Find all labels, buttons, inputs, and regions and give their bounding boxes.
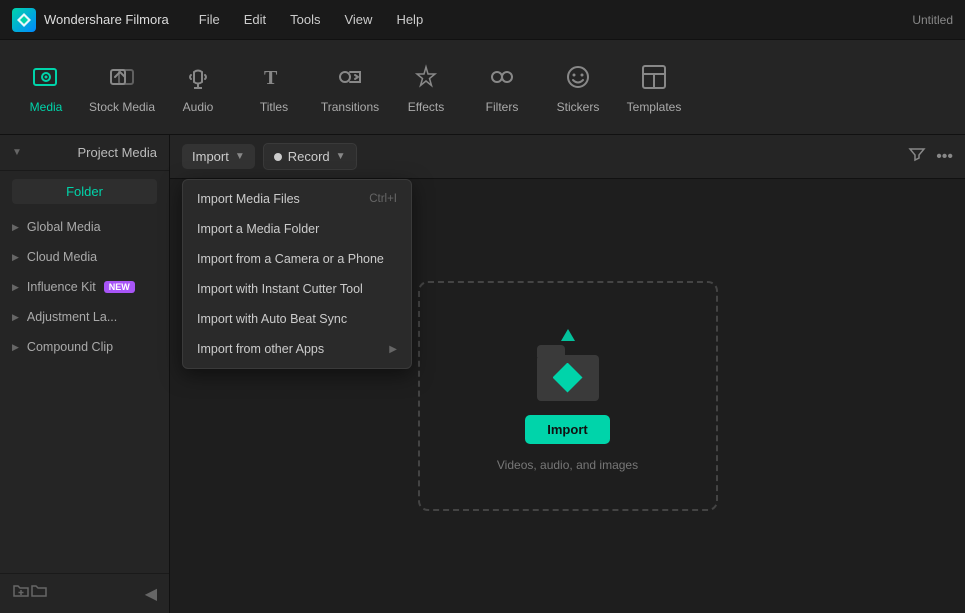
adjustment-layer-label: Adjustment La... [27,310,117,324]
import-auto-beat-label: Import with Auto Beat Sync [197,312,347,326]
import-camera-phone-item[interactable]: Import from a Camera or a Phone [183,244,411,274]
chevron-right-icon: ▶ [12,252,19,263]
drop-zone[interactable]: Import Videos, audio, and images [418,281,718,511]
menu-bar: File Edit Tools View Help [189,8,913,31]
stickers-label: Stickers [557,100,600,114]
templates-icon [637,60,671,94]
sidebar-item-adjustment-layer[interactable]: ▶ Adjustment La... [0,302,169,332]
import-media-folder-item[interactable]: Import a Media Folder [183,214,411,244]
toolbar-btn-transitions[interactable]: Transitions [314,47,386,127]
templates-label: Templates [627,100,682,114]
influence-kit-label: Influence Kit [27,280,96,294]
sidebar: ▼ Project Media Folder ▶ Global Media ▶ … [0,135,170,613]
toolbar-btn-filters[interactable]: Filters [466,47,538,127]
import-dropdown-btn[interactable]: Import ▼ [182,144,255,169]
more-options-icon[interactable]: ••• [936,148,953,166]
filters-label: Filters [486,100,519,114]
global-media-label: Global Media [27,220,101,234]
filters-icon [485,60,519,94]
audio-icon [181,60,215,94]
menu-view[interactable]: View [334,8,382,31]
audio-label: Audio [183,100,214,114]
titlebar: Wondershare Filmora File Edit Tools View… [0,0,965,40]
record-caret-icon: ▼ [336,151,346,162]
sidebar-item-cloud-media[interactable]: ▶ Cloud Media [0,242,169,272]
import-other-apps-label: Import from other Apps [197,342,324,356]
stock-media-icon [105,60,139,94]
record-label: Record [288,149,330,164]
media-label: Media [30,100,63,114]
new-badge: NEW [104,281,135,293]
menu-file[interactable]: File [189,8,230,31]
import-hint-text: Videos, audio, and images [497,458,638,472]
import-media-folder-label: Import a Media Folder [197,222,319,236]
app-logo: Wondershare Filmora [12,8,169,32]
effects-label: Effects [408,100,444,114]
toolbar-btn-titles[interactable]: T Titles [238,47,310,127]
import-illustration [528,321,608,401]
toolbar-btn-stock-media[interactable]: Stock Media [86,47,158,127]
toolbar-btn-audio[interactable]: Audio [162,47,234,127]
titles-label: Titles [260,100,288,114]
new-folder-icon[interactable] [30,582,48,605]
sidebar-footer: ◀ [0,573,169,613]
chevron-right-icon: ▶ [12,282,19,293]
window-title: Untitled [912,13,953,27]
chevron-right-icon: ▶ [12,222,19,233]
sidebar-header: ▼ Project Media [0,135,169,171]
import-auto-beat-item[interactable]: Import with Auto Beat Sync [183,304,411,334]
content-area: Import ▼ Record ▼ ••• Import Media Files [170,135,965,613]
menu-help[interactable]: Help [386,8,433,31]
stock-media-label: Stock Media [89,100,155,114]
record-btn[interactable]: Record ▼ [263,143,357,170]
import-caret-icon: ▼ [235,151,245,162]
filter-icon[interactable] [908,145,926,168]
transitions-icon [333,60,367,94]
toolbar: Media Stock Media Audio T [0,40,965,135]
toolbar-btn-stickers[interactable]: Stickers [542,47,614,127]
sidebar-item-global-media[interactable]: ▶ Global Media [0,212,169,242]
content-toolbar: Import ▼ Record ▼ ••• [170,135,965,179]
chevron-right-icon: ▶ [12,312,19,323]
titles-icon: T [257,60,291,94]
content-toolbar-right: ••• [908,145,953,168]
import-dropdown-menu: Import Media Files Ctrl+I Import a Media… [182,179,412,369]
app-logo-icon [12,8,36,32]
add-folder-icon[interactable] [12,582,30,605]
import-media-files-item[interactable]: Import Media Files Ctrl+I [183,184,411,214]
chevron-right-icon: ▶ [12,342,19,353]
record-dot-icon [274,153,282,161]
sidebar-item-influence-kit[interactable]: ▶ Influence Kit NEW [0,272,169,302]
submenu-arrow-icon: ▶ [389,344,397,355]
cloud-media-label: Cloud Media [27,250,97,264]
sidebar-item-compound-clip[interactable]: ▶ Compound Clip [0,332,169,362]
project-media-label: Project Media [78,145,157,160]
import-camera-phone-label: Import from a Camera or a Phone [197,252,384,266]
folder-button[interactable]: Folder [12,179,157,204]
import-instant-cutter-label: Import with Instant Cutter Tool [197,282,363,296]
toolbar-btn-templates[interactable]: Templates [618,47,690,127]
import-instant-cutter-item[interactable]: Import with Instant Cutter Tool [183,274,411,304]
sidebar-collapse-icon[interactable]: ▼ [12,147,22,158]
transitions-label: Transitions [321,100,379,114]
app-name-label: Wondershare Filmora [44,12,169,27]
toolbar-btn-effects[interactable]: Effects [390,47,462,127]
svg-text:T: T [264,67,278,89]
import-media-files-shortcut: Ctrl+I [369,193,397,205]
media-icon [29,60,63,94]
import-label: Import [192,149,229,164]
effects-icon [409,60,443,94]
import-button[interactable]: Import [525,415,609,444]
import-media-files-label: Import Media Files [197,192,300,206]
stickers-icon [561,60,595,94]
import-other-apps-item[interactable]: Import from other Apps ▶ [183,334,411,364]
toolbar-btn-media[interactable]: Media [10,47,82,127]
menu-tools[interactable]: Tools [280,8,330,31]
collapse-icon[interactable]: ◀ [145,584,157,604]
menu-edit[interactable]: Edit [234,8,276,31]
main-area: ▼ Project Media Folder ▶ Global Media ▶ … [0,135,965,613]
compound-clip-label: Compound Clip [27,340,113,354]
